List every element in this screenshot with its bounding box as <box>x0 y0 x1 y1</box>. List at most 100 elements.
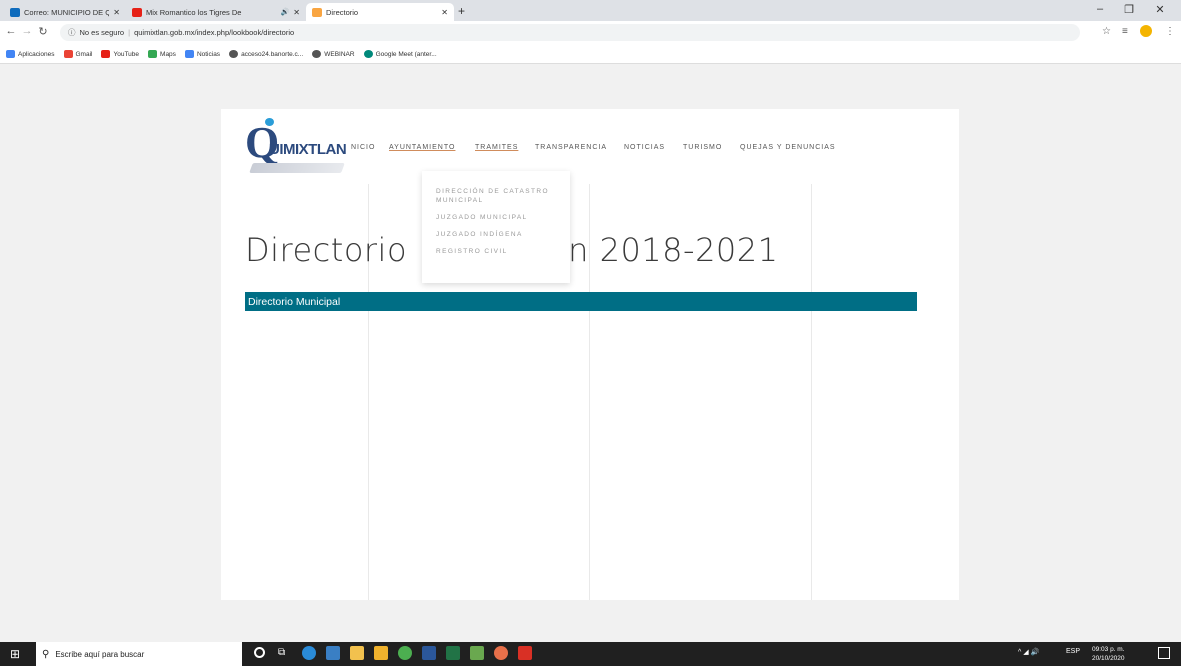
close-icon[interactable]: ✕ <box>113 8 120 17</box>
profile-icon[interactable] <box>1140 25 1152 37</box>
app-icon[interactable] <box>470 646 484 660</box>
word-icon[interactable] <box>422 646 436 660</box>
bookmark-label: Noticias <box>196 50 221 58</box>
security-label: No es seguro <box>79 28 125 37</box>
nav-turismo[interactable]: TURISMO <box>683 144 722 151</box>
clock-time: 09:03 p. m. <box>1092 646 1125 653</box>
bookmark-label: WEBINAR <box>324 50 355 58</box>
bookmark-aplicaciones[interactable]: Aplicaciones <box>6 50 55 58</box>
new-tab-button[interactable]: + <box>458 4 465 18</box>
column-divider <box>811 184 812 600</box>
bookmark-label: Aplicaciones <box>18 50 55 58</box>
bookmark-google-meet[interactable]: Google Meet (anter... <box>363 50 437 58</box>
page-title-right: án 2018-2021 <box>548 231 779 269</box>
nav-inicio[interactable]: NICIO <box>351 144 375 151</box>
dropdown-item-juzgado-municipal[interactable]: JUZGADO MUNICIPAL <box>436 213 556 222</box>
bookmark-label: acceso24.banorte.c... <box>241 50 304 58</box>
page-title-left: Directorio <box>245 231 408 269</box>
meet-icon <box>363 50 373 58</box>
close-icon[interactable]: ✕ <box>441 8 448 17</box>
chrome-profile-icon[interactable] <box>494 646 508 660</box>
edge-icon[interactable] <box>302 646 316 660</box>
chrome-icon[interactable] <box>398 646 412 660</box>
dropdown-item-registro-civil[interactable]: REGISTRO CIVIL <box>436 247 556 256</box>
address-bar[interactable]: ⓘ No es seguro | quimixtlan.gob.mx/index… <box>60 24 1080 41</box>
minimize-icon[interactable]: – <box>1088 3 1112 15</box>
playlist-icon[interactable]: ≡ <box>1122 26 1128 37</box>
apps-icon <box>6 50 15 58</box>
bookmark-webinar[interactable]: WEBINAR <box>312 50 355 58</box>
mail-icon[interactable] <box>326 646 340 660</box>
outlook-icon <box>10 7 20 17</box>
search-placeholder: Escribe aquí para buscar <box>55 649 145 659</box>
maps-icon <box>148 50 158 58</box>
nav-noticias[interactable]: NOTICIAS <box>624 144 665 151</box>
joomla-icon <box>312 7 322 17</box>
nav-quejas-denuncias[interactable]: QUEJAS Y DENUNCIAS <box>740 144 836 151</box>
bookmarks-bar: Aplicaciones Gmail YouTube Maps Noticias… <box>0 45 1181 64</box>
tramites-dropdown: DIRECCIÓN DE CATASTRO MUNICIPAL JUZGADO … <box>422 171 570 283</box>
language-indicator[interactable]: ESP <box>1066 648 1080 655</box>
bookmark-banorte[interactable]: acceso24.banorte.c... <box>229 50 303 58</box>
tab-outlook[interactable]: Correo: MUNICIPIO DE QUIMIXTL ✕ <box>4 3 126 21</box>
page-scrollbar[interactable] <box>1175 64 1181 642</box>
star-icon[interactable]: ☆ <box>1102 26 1111 37</box>
tab-label: Mix Romantico los Tigres De <box>146 7 242 17</box>
logo-text: UIMIXTLAN <box>269 141 347 158</box>
reload-icon[interactable]: ↻ <box>36 25 50 38</box>
clock[interactable]: 09:03 p. m. 20/10/2020 <box>1092 645 1125 663</box>
search-icon: ⚲ <box>42 648 50 660</box>
bookmark-label: YouTube <box>113 50 140 58</box>
restore-icon[interactable]: ❐ <box>1117 3 1141 16</box>
back-icon[interactable]: ← <box>4 25 18 37</box>
excel-icon[interactable] <box>446 646 460 660</box>
folder-icon[interactable] <box>374 646 388 660</box>
dropdown-item-juzgado-indigena[interactable]: JUZGADO INDÍGENA <box>436 230 556 239</box>
tab-strip: Correo: MUNICIPIO DE QUIMIXTL ✕ Mix Roma… <box>0 0 1181 21</box>
close-window-icon[interactable]: ✕ <box>1148 3 1172 16</box>
bookmark-gmail[interactable]: Gmail <box>63 50 93 58</box>
store-icon[interactable] <box>350 646 364 660</box>
gmail-icon <box>63 50 73 58</box>
close-icon[interactable]: ✕ <box>293 8 300 17</box>
tab-label: Correo: MUNICIPIO DE QUIMIXTL <box>24 7 110 17</box>
speaker-icon: 🔊 <box>280 9 290 16</box>
bookmark-label: Gmail <box>75 50 93 58</box>
logo-dot-icon <box>265 118 274 126</box>
tab-youtube[interactable]: Mix Romantico los Tigres De 🔊 ✕ <box>126 3 306 21</box>
youtube-icon <box>101 50 111 58</box>
nav-tramites[interactable]: TRAMITES <box>475 144 518 151</box>
nav-ayuntamiento[interactable]: AYUNTAMIENTO <box>389 144 455 151</box>
directory-header-bar: Directorio Municipal <box>245 292 917 311</box>
youtube-icon <box>132 7 142 17</box>
page-viewport: Q UIMIXTLAN NICIO AYUNTAMIENTO TRAMITES … <box>0 64 1181 642</box>
dropdown-item-catastro[interactable]: DIRECCIÓN DE CATASTRO MUNICIPAL <box>436 187 556 205</box>
content-card: Q UIMIXTLAN NICIO AYUNTAMIENTO TRAMITES … <box>221 109 959 600</box>
bookmark-label: Maps <box>160 50 176 58</box>
bookmark-noticias[interactable]: Noticias <box>184 50 221 58</box>
browser-toolbar: ← → ↻ ⓘ No es seguro | quimixtlan.gob.mx… <box>0 21 1181 45</box>
globe-icon <box>229 50 239 58</box>
nav-transparencia[interactable]: TRANSPARENCIA <box>535 144 607 151</box>
bookmark-maps[interactable]: Maps <box>148 50 176 58</box>
info-icon[interactable]: ⓘ <box>68 27 76 38</box>
cortana-icon[interactable] <box>254 647 265 658</box>
notifications-icon[interactable] <box>1158 647 1170 659</box>
windows-taskbar: ⊞ ⚲ Escribe aquí para buscar ⧉ ^ ◢ 🔊 ESP… <box>0 642 1181 666</box>
forward-icon[interactable]: → <box>20 25 34 37</box>
url-text: quimixtlan.gob.mx/index.php/lookbook/dir… <box>134 28 295 37</box>
tray-icons[interactable]: ^ ◢ 🔊 <box>1018 648 1039 656</box>
globe-icon <box>312 50 322 58</box>
logo-underline <box>249 163 345 173</box>
clock-date: 20/10/2020 <box>1092 655 1125 662</box>
separator: | <box>128 28 131 37</box>
taskbar-search[interactable]: ⚲ Escribe aquí para buscar <box>36 642 242 666</box>
menu-icon[interactable]: ⋮ <box>1165 26 1175 37</box>
task-view-icon[interactable]: ⧉ <box>278 647 285 658</box>
windows-start-icon[interactable]: ⊞ <box>10 647 20 661</box>
tab-directorio[interactable]: Directorio ✕ <box>306 3 454 21</box>
bookmark-label: Google Meet (anter... <box>375 50 437 58</box>
news-icon <box>184 50 194 58</box>
bookmark-youtube[interactable]: YouTube <box>101 50 139 58</box>
acrobat-icon[interactable] <box>518 646 532 660</box>
